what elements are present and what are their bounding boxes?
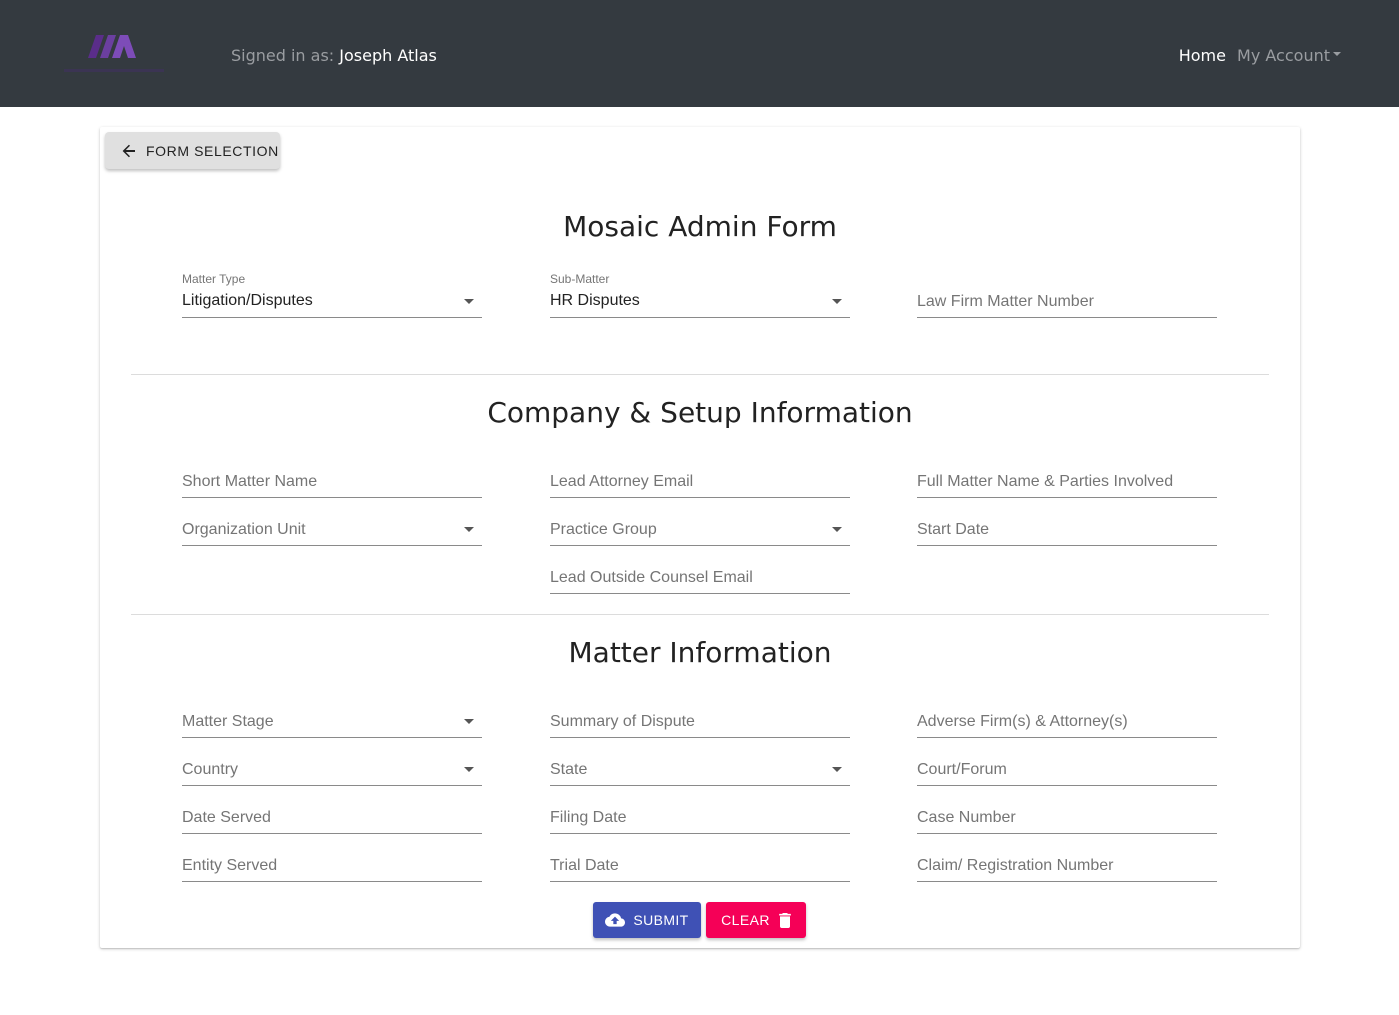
dropdown-arrow-icon [464, 527, 474, 532]
adverse-firms-input[interactable]: Adverse Firm(s) & Attorney(s) [917, 698, 1217, 738]
nav-links: Home My Account [1179, 46, 1341, 65]
summary-of-dispute-placeholder: Summary of Dispute [550, 713, 695, 730]
mosaic-logo[interactable] [62, 32, 172, 78]
form-selection-label: FORM SELECTION [146, 142, 279, 159]
matter-type-value: Litigation/Disputes [182, 292, 313, 309]
state-placeholder: State [550, 761, 588, 778]
case-number-input[interactable]: Case Number [917, 794, 1217, 834]
my-account-label: My Account [1237, 46, 1330, 65]
form-title: Mosaic Admin Form [563, 210, 837, 243]
signed-in-prefix: Signed in as: [231, 46, 340, 65]
dropdown-arrow-icon [464, 299, 474, 304]
case-number-placeholder: Case Number [917, 809, 1016, 826]
summary-of-dispute-input[interactable]: Summary of Dispute [550, 698, 850, 738]
short-matter-name-placeholder: Short Matter Name [182, 473, 318, 490]
matter-section-title: Matter Information [568, 636, 832, 669]
dropdown-arrow-icon [832, 767, 842, 772]
cloud-upload-icon [605, 913, 626, 927]
date-served-placeholder: Date Served [182, 809, 271, 826]
full-matter-name-input[interactable]: Full Matter Name & Parties Involved [917, 458, 1217, 498]
entity-served-placeholder: Entity Served [182, 857, 278, 874]
section-divider [131, 374, 1269, 375]
start-date-placeholder: Start Date [917, 521, 990, 538]
filing-date-input[interactable]: Filing Date [550, 794, 850, 834]
country-placeholder: Country [182, 761, 239, 778]
sub-matter-value: HR Disputes [550, 292, 640, 309]
clear-button[interactable]: CLEAR [706, 902, 806, 938]
practice-group-placeholder: Practice Group [550, 521, 657, 538]
court-forum-placeholder: Court/Forum [917, 761, 1007, 778]
nav-home-link[interactable]: Home [1179, 46, 1226, 65]
sub-matter-label: Sub-Matter [550, 272, 610, 286]
filing-date-placeholder: Filing Date [550, 809, 627, 826]
start-date-input[interactable]: Start Date [917, 506, 1217, 546]
signed-in-text: Signed in as: Joseph Atlas [231, 46, 437, 65]
trial-date-input[interactable]: Trial Date [550, 842, 850, 882]
top-navbar: Signed in as: Joseph Atlas Home My Accou… [0, 0, 1399, 107]
claim-registration-number-placeholder: Claim/ Registration Number [917, 857, 1114, 874]
clear-label: CLEAR [721, 912, 770, 928]
dropdown-arrow-icon [832, 299, 842, 304]
arrow-left-icon [122, 144, 135, 157]
organization-unit-select[interactable]: Organization Unit [182, 506, 482, 546]
matter-stage-select[interactable]: Matter Stage [182, 698, 482, 738]
nav-my-account-dropdown[interactable]: My Account [1237, 46, 1341, 65]
company-section-title: Company & Setup Information [487, 396, 913, 429]
matter-type-select[interactable]: Matter Type Litigation/Disputes [182, 272, 482, 318]
practice-group-select[interactable]: Practice Group [550, 506, 850, 546]
dropdown-arrow-icon [832, 527, 842, 532]
entity-served-input[interactable]: Entity Served [182, 842, 482, 882]
lead-outside-counsel-email-placeholder: Lead Outside Counsel Email [550, 569, 753, 586]
section-divider [131, 614, 1269, 615]
adverse-firms-placeholder: Adverse Firm(s) & Attorney(s) [917, 713, 1128, 730]
lead-attorney-email-input[interactable]: Lead Attorney Email [550, 458, 850, 498]
state-select[interactable]: State [550, 746, 850, 786]
matter-stage-placeholder: Matter Stage [182, 713, 274, 730]
law-firm-matter-number-placeholder: Law Firm Matter Number [917, 293, 1094, 310]
claim-registration-number-input[interactable]: Claim/ Registration Number [917, 842, 1217, 882]
trash-icon [779, 912, 791, 928]
full-matter-name-placeholder: Full Matter Name & Parties Involved [917, 473, 1174, 490]
law-firm-matter-number-input[interactable]: Law Firm Matter Number [917, 278, 1217, 318]
sub-matter-select[interactable]: Sub-Matter HR Disputes [550, 272, 850, 318]
court-forum-input[interactable]: Court/Forum [917, 746, 1217, 786]
submit-button[interactable]: SUBMIT [593, 902, 701, 938]
country-select[interactable]: Country [182, 746, 482, 786]
lead-outside-counsel-email-input[interactable]: Lead Outside Counsel Email [550, 554, 850, 594]
date-served-input[interactable]: Date Served [182, 794, 482, 834]
form-card: FORM SELECTION Mosaic Admin Form Matter … [100, 127, 1300, 948]
caret-down-icon [1333, 51, 1341, 56]
matter-type-label: Matter Type [182, 272, 246, 286]
organization-unit-placeholder: Organization Unit [182, 521, 306, 538]
form-selection-button[interactable]: FORM SELECTION [105, 132, 280, 169]
signed-in-user: Joseph Atlas [339, 46, 437, 65]
dropdown-arrow-icon [464, 767, 474, 772]
dropdown-arrow-icon [464, 719, 474, 724]
submit-label: SUBMIT [633, 912, 689, 928]
short-matter-name-input[interactable]: Short Matter Name [182, 458, 482, 498]
lead-attorney-email-placeholder: Lead Attorney Email [550, 473, 694, 490]
trial-date-placeholder: Trial Date [550, 857, 619, 874]
